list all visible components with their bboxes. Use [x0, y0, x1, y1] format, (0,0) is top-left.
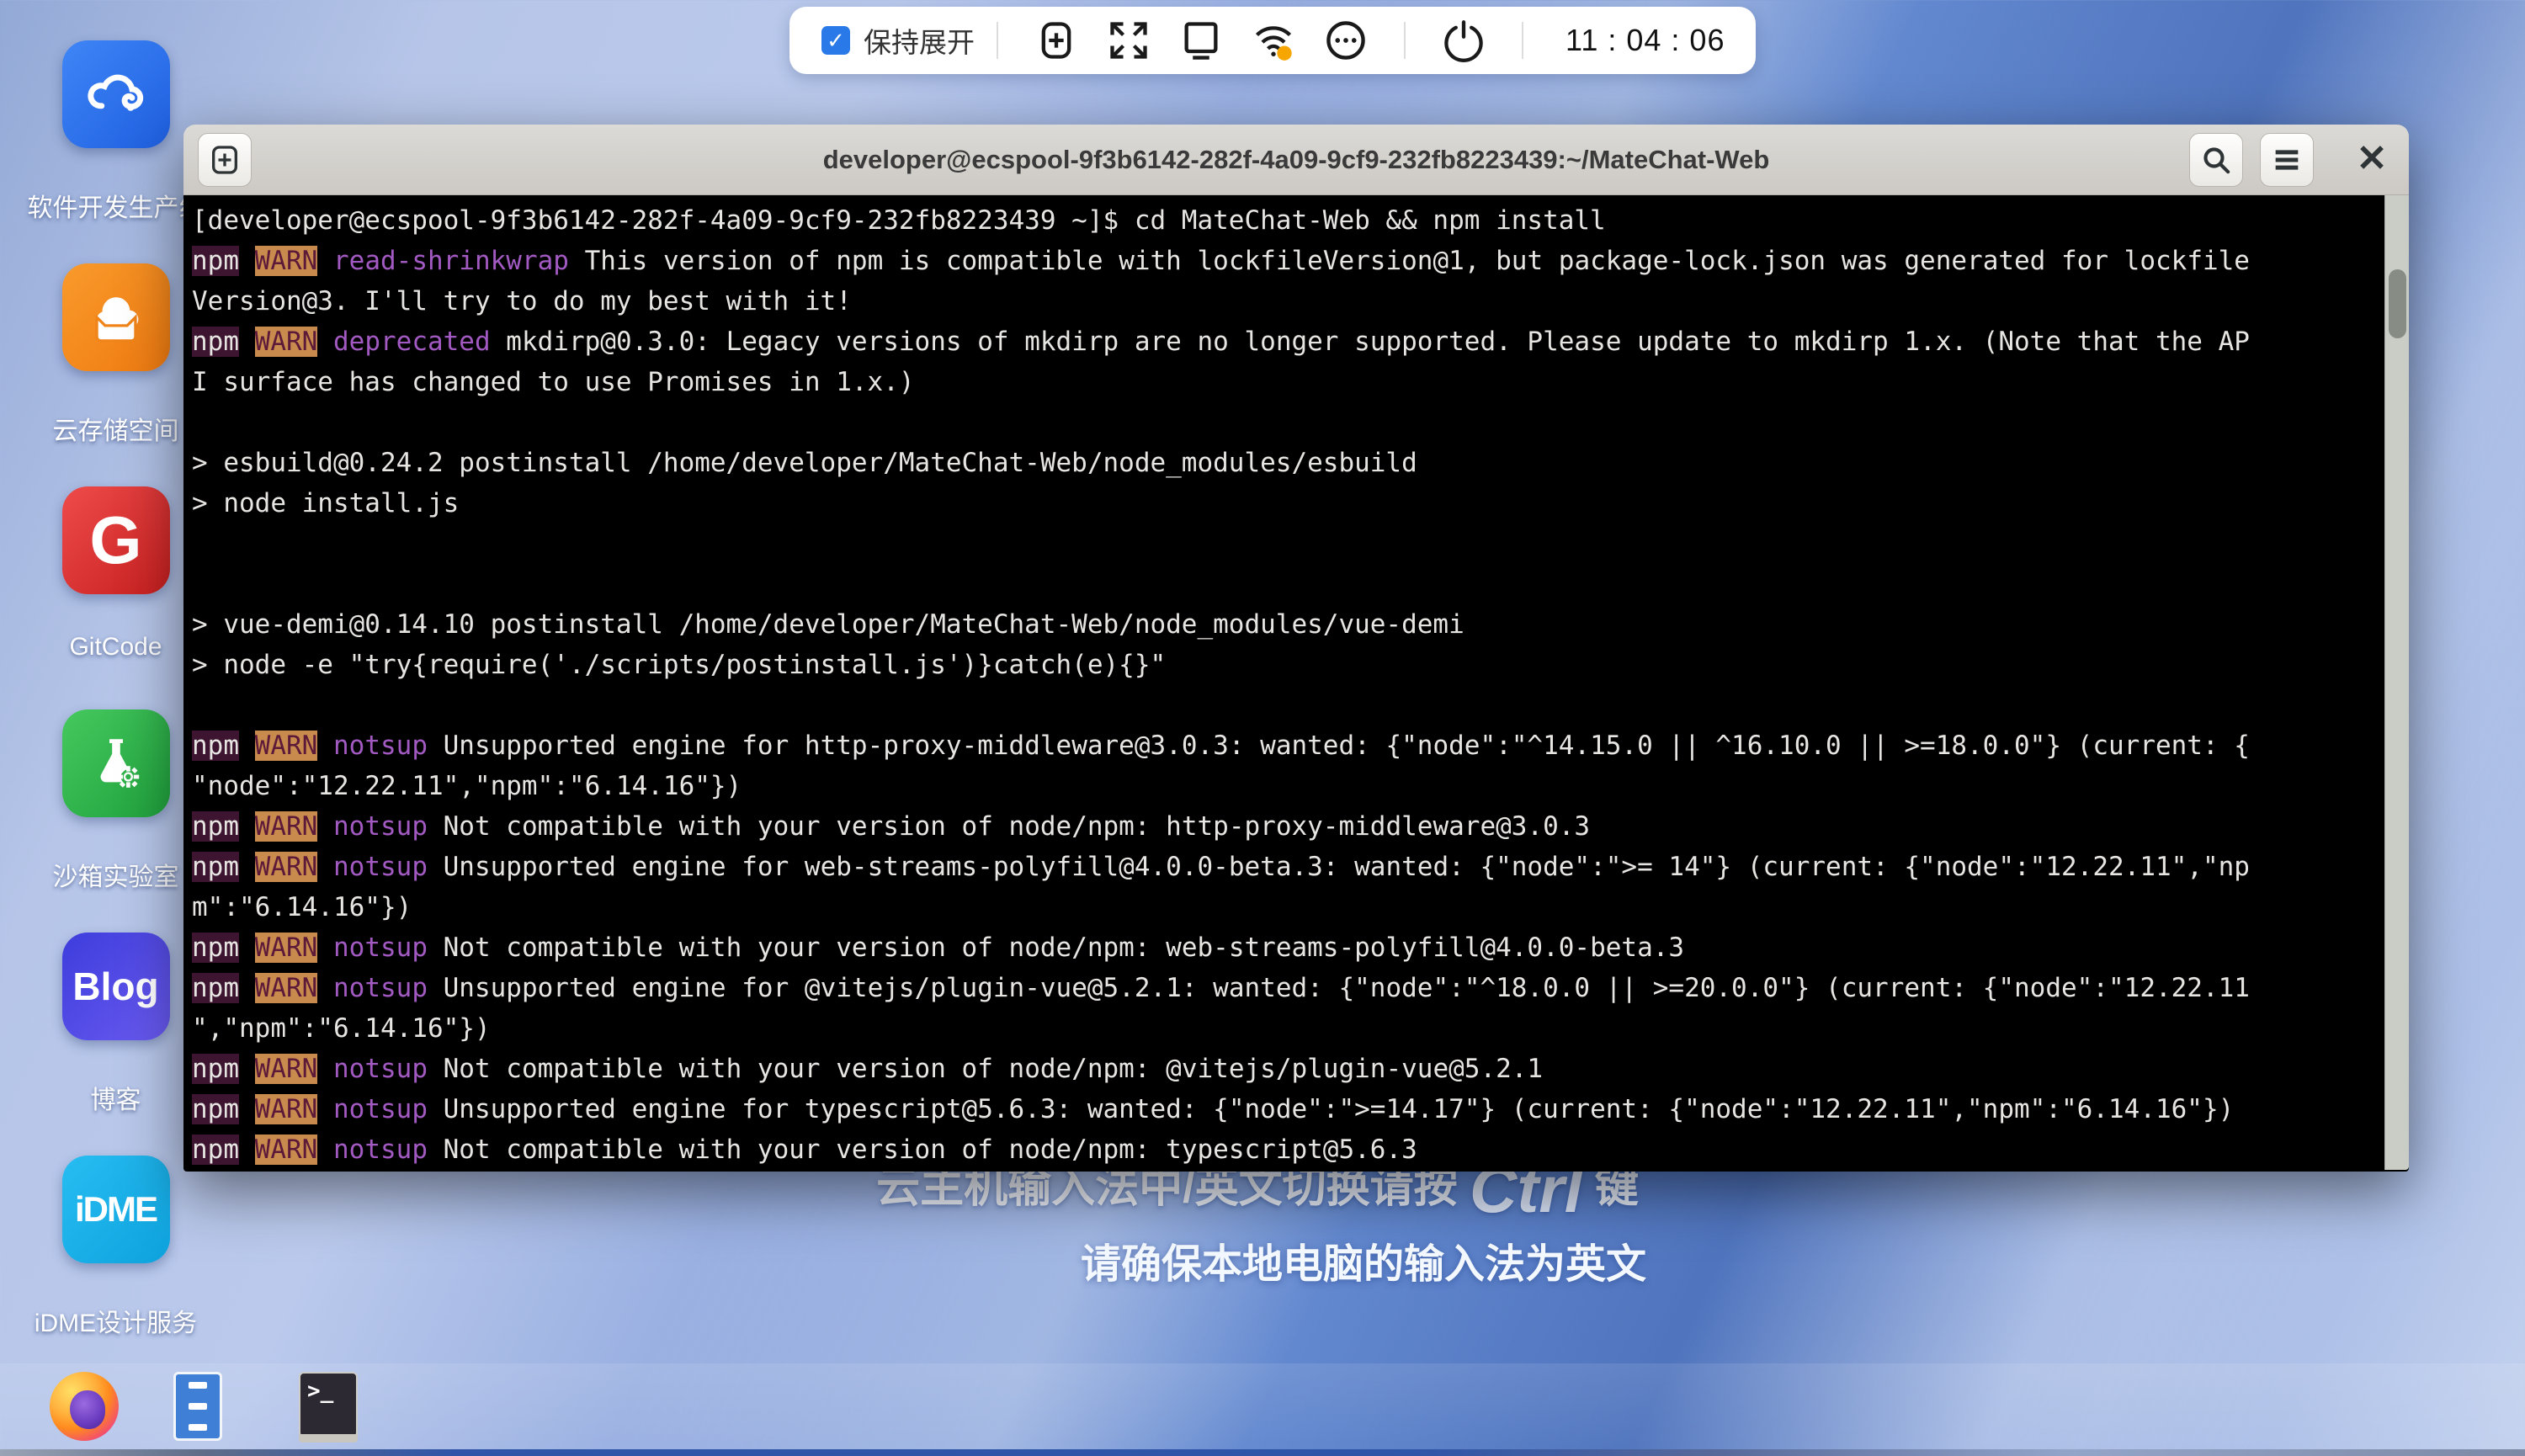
new-tab-button[interactable] — [198, 133, 252, 187]
terminal-line: npm WARN notsup Not compatible with your… — [192, 1049, 2384, 1089]
terminal-line: Version@3. I'll try to do my best with i… — [192, 281, 2384, 321]
sandbox-flask-icon[interactable] — [62, 709, 170, 817]
window-title: developer@ecspool-9f3b6142-282f-4a09-9cf… — [183, 145, 2409, 175]
taskbar: >_ — [0, 1363, 2525, 1449]
terminal-output[interactable]: [developer@ecspool-9f3b6142-282f-4a09-9c… — [185, 195, 2384, 1170]
keep-expanded-checkbox[interactable]: ✓ — [821, 26, 850, 55]
shortcut-label: 博客 — [91, 1079, 141, 1116]
terminal-line: > node -e "try{require('./scripts/postin… — [192, 645, 2384, 685]
codearts-cloud-icon[interactable] — [62, 40, 170, 148]
file-manager-icon[interactable] — [173, 1372, 222, 1441]
terminal-line: npm WARN notsup Not compatible with your… — [192, 927, 2384, 968]
toolbar-divider — [1522, 22, 1523, 59]
terminal-line: [developer@ecspool-9f3b6142-282f-4a09-9c… — [192, 200, 2384, 241]
desktop-shortcut[interactable]: 沙箱实验室 — [34, 709, 198, 933]
terminal-line: npm WARN notsup Unsupported engine for w… — [192, 847, 2384, 887]
terminal-window: developer@ecspool-9f3b6142-282f-4a09-9cf… — [183, 125, 2409, 1172]
terminal-line: npm WARN notsup Not compatible with your… — [192, 1129, 2384, 1170]
screen-bottom-edge — [0, 1449, 2525, 1456]
terminal-line — [192, 523, 2384, 564]
shortcut-label: iDME设计服务 — [35, 1302, 197, 1339]
power-icon[interactable] — [1442, 19, 1486, 62]
toolbar-divider — [997, 22, 998, 59]
add-window-icon[interactable] — [1034, 19, 1078, 62]
cloud-storage-icon[interactable] — [62, 263, 170, 371]
menu-button[interactable] — [2260, 133, 2314, 187]
shortcut-label: 软件开发生产线 — [28, 187, 205, 224]
firefox-icon[interactable] — [50, 1372, 119, 1441]
shortcut-label: 沙箱实验室 — [53, 856, 179, 893]
desktop-shortcut[interactable]: 云存储空间 — [34, 263, 198, 486]
blog-text-icon[interactable]: Blog — [62, 933, 170, 1040]
desktop-shortcut[interactable]: G GitCode — [34, 486, 198, 709]
idme-text-icon[interactable]: iDME — [62, 1156, 170, 1263]
display-icon[interactable] — [1179, 19, 1223, 62]
terminal-line — [192, 402, 2384, 443]
terminal-line: > node install.js — [192, 483, 2384, 523]
terminal-line: ","npm":"6.14.16"}) — [192, 1008, 2384, 1049]
terminal-line: npm WARN deprecated mkdirp@0.3.0: Legacy… — [192, 321, 2384, 362]
shortcut-label: GitCode — [69, 633, 162, 662]
terminal-line: npm WARN notsup Unsupported engine for t… — [192, 1089, 2384, 1129]
search-icon — [2199, 143, 2233, 177]
toolbar-divider — [1404, 22, 1406, 59]
wifi-status-badge — [1277, 46, 1291, 61]
more-icon[interactable] — [1324, 19, 1368, 62]
desktop-shortcut[interactable]: Blog 博客 — [34, 933, 198, 1156]
terminal-line: npm WARN notsup Unsupported engine for @… — [192, 968, 2384, 1008]
menu-icon — [2270, 143, 2304, 177]
terminal-taskbar-icon[interactable]: >_ — [299, 1372, 358, 1436]
close-icon[interactable]: ✕ — [2345, 133, 2399, 187]
terminal-line: m":"6.14.16"}) — [192, 887, 2384, 927]
terminal-line: I surface has changed to use Promises in… — [192, 362, 2384, 402]
session-clock: 11 : 04 : 06 — [1566, 23, 1725, 58]
remote-session-toolbar: ✓ 保持展开 11 : 04 : 06 — [789, 7, 1756, 74]
terminal-line: npm WARN read-shrinkwrap This version of… — [192, 241, 2384, 281]
terminal-line: "node":"12.22.11","npm":"6.14.16"}) — [192, 766, 2384, 806]
scrollbar-thumb[interactable] — [2389, 269, 2406, 338]
new-tab-icon — [208, 143, 242, 177]
shortcut-label: 云存储空间 — [53, 410, 179, 447]
terminal-line: > vue-demi@0.14.10 postinstall /home/dev… — [192, 604, 2384, 645]
desktop-shortcuts: 软件开发生产线云存储空间 G GitCode 沙箱实验室 Blog 博客 iDME iDME设… — [34, 40, 198, 1379]
wifi-icon[interactable] — [1252, 19, 1295, 62]
desktop-shortcut[interactable]: 软件开发生产线 — [34, 40, 198, 263]
terminal-line: npm WARN notsup Not compatible with your… — [192, 806, 2384, 847]
terminal-line — [192, 564, 2384, 604]
terminal-line: > esbuild@0.24.2 postinstall /home/devel… — [192, 443, 2384, 483]
terminal-scrollbar[interactable] — [2384, 195, 2409, 1170]
fullscreen-icon[interactable] — [1107, 19, 1151, 62]
terminal-line — [192, 685, 2384, 725]
search-button[interactable] — [2189, 133, 2243, 187]
desktop-hint-line2: 请确保本地电脑的输入法为英文 — [1081, 1230, 1646, 1289]
gitcode-g-icon[interactable]: G — [62, 486, 170, 594]
desktop-shortcut[interactable]: iDME iDME设计服务 — [34, 1156, 198, 1379]
keep-expanded-label: 保持展开 — [864, 20, 975, 61]
terminal-titlebar[interactable]: developer@ecspool-9f3b6142-282f-4a09-9cf… — [183, 125, 2409, 195]
terminal-line: npm WARN notsup Unsupported engine for h… — [192, 725, 2384, 766]
